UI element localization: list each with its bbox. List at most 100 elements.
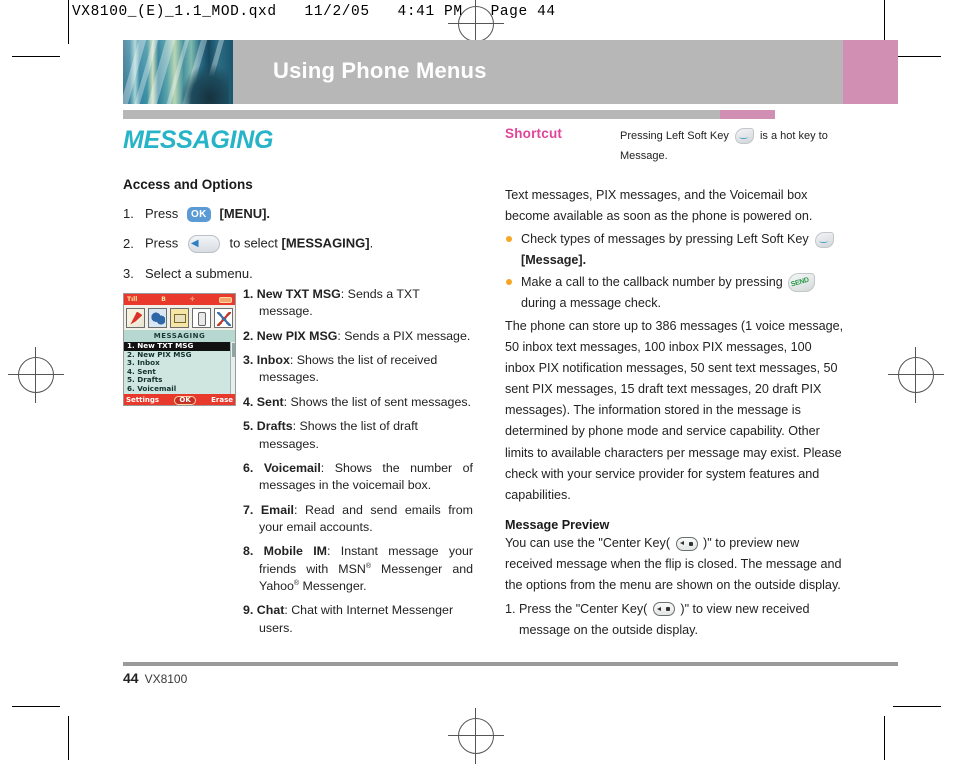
crop-mark-top-left-v — [68, 0, 70, 44]
ok-key-icon: OK — [186, 207, 211, 223]
definition-item: 2. New PIX MSG: Sends a PIX message. — [243, 328, 473, 345]
left-soft-key-icon — [734, 128, 754, 145]
messaging-icon — [148, 307, 168, 328]
phone-scrollbar — [230, 342, 235, 394]
definition-number: 3. — [243, 353, 254, 368]
definition-item: 5. Drafts: Shows the list of draft messa… — [243, 418, 473, 453]
definition-term: Email — [260, 502, 294, 517]
submenu-definition-list: 1. New TXT MSG: Sends a TXT message. 2. … — [243, 286, 473, 644]
definition-item: 8. Mobile IM: Instant message your frien… — [243, 543, 473, 595]
crop-mark-top-right-h — [893, 56, 941, 58]
network-icon: ✛ — [189, 295, 195, 303]
header-decorative-photo — [123, 40, 233, 104]
definition-number: 9. — [243, 603, 254, 618]
definition-term: Mobile IM — [263, 544, 327, 559]
chapter-title: MESSAGING — [123, 126, 274, 154]
definition-item: 3. Inbox: Shows the list of received mes… — [243, 352, 473, 387]
shortcut-text: Pressing Left Soft Key is a hot key to M… — [620, 126, 845, 167]
page-title: Using Phone Menus — [273, 58, 487, 83]
definition-number: 5. — [243, 419, 254, 434]
page-footer: 44 VX8100 — [123, 670, 187, 686]
definition-number: 6. — [243, 460, 254, 475]
bullet1-text-after: [Message]. — [521, 253, 587, 268]
definition-number: 4. — [243, 394, 254, 409]
center-key-icon — [675, 536, 698, 551]
header-underbar-pink — [720, 110, 775, 119]
message-preview-paragraph: You can use the "Center Key( )" to previ… — [505, 533, 845, 596]
step-2: 2. Press to select [MESSAGING]. — [123, 235, 473, 254]
step-2-target: to select [MESSAGING]. — [229, 235, 374, 251]
mode-icon: B — [161, 295, 166, 303]
step-2-verb: Press — [145, 235, 179, 251]
settings-tools-icon — [213, 307, 233, 328]
header-underbar-gray — [123, 110, 720, 119]
definition-term: Chat — [256, 603, 285, 618]
definition-number: 1. — [243, 287, 254, 301]
crop-mark-bottom-left-v — [68, 716, 70, 760]
bullet1-text-before: Check types of messages by pressing Left… — [521, 232, 809, 246]
phone-softkey-bar: Settings OK Erase — [124, 394, 235, 405]
definition-desc: : Shows the list of sent messages. — [283, 394, 471, 409]
step-3: 3. Select a submenu. — [123, 266, 473, 282]
crop-mark-top-left-h — [12, 56, 60, 58]
step-1-verb: Press — [145, 206, 179, 221]
section-subhead: Access and Options — [123, 177, 253, 192]
definition-number: 2. — [243, 328, 254, 343]
phone-status-bar: Tıll B ✛ — [124, 294, 235, 305]
bullet-callback-number: Make a call to the callback number by pr… — [505, 272, 845, 314]
intro-paragraph: Text messages, PIX messages, and the Voi… — [505, 187, 813, 223]
center-key-icon — [652, 602, 675, 617]
send-key-icon — [788, 273, 816, 293]
step-3-text: Select a submenu. — [145, 266, 253, 282]
contacts-icon — [169, 307, 189, 328]
crop-mark-bottom-left-h — [12, 706, 60, 708]
shortcut-label: Shortcut — [505, 126, 563, 141]
shortcut-text-before: Pressing Left Soft Key — [620, 130, 729, 142]
bullet2-text-before: Make a call to the callback number by pr… — [521, 275, 783, 290]
definition-term: Inbox — [256, 353, 290, 368]
message-preview-step-1: 1. Press the "Center Key( )" to view new… — [505, 599, 845, 641]
crop-mark-top-right-v — [884, 0, 886, 44]
recent-calls-icon — [191, 307, 211, 328]
right-column: Shortcut Pressing Left Soft Key is a hot… — [505, 126, 845, 641]
preview-step-before: Press the "Center Key( — [519, 601, 648, 616]
left-soft-key-icon — [815, 231, 835, 248]
softkey-center-label: OK — [174, 395, 196, 405]
preview-text-before: You can use the "Center Key( — [505, 536, 671, 551]
phone-screen-screenshot: Tıll B ✛ MESSAGING 1. New TXT MSG 2. New… — [123, 293, 236, 406]
step-3-number: 3. — [123, 266, 134, 282]
battery-icon — [218, 296, 232, 303]
get-it-now-icon — [126, 307, 146, 328]
phone-menu-icon-row — [124, 305, 235, 330]
step-1-number: 1. — [123, 206, 134, 221]
phone-menu-list: 1. New TXT MSG 2. New PIX MSG 3. Inbox 4… — [124, 341, 235, 394]
shortcut-callout: Shortcut Pressing Left Soft Key is a hot… — [505, 126, 845, 167]
definition-item: 1. New TXT MSG: Sends a TXT message. — [243, 286, 473, 321]
definition-term: Drafts — [256, 419, 293, 434]
phone-menu-item: 6. Voicemail — [127, 383, 177, 393]
footer-rule — [123, 662, 898, 666]
definition-number: 7. — [243, 502, 254, 517]
definition-number: 8. — [243, 544, 254, 559]
preview-step-number: 1. — [505, 601, 516, 616]
nav-left-key-icon — [187, 235, 220, 254]
print-file-header: VX8100_(E)_1.1_MOD.qxd 11/2/05 4:41 PM P… — [72, 4, 556, 20]
step-1-target: [MENU]. — [219, 206, 271, 221]
softkey-right-label: Erase — [211, 395, 233, 404]
crop-mark-bottom-right-v — [884, 716, 886, 760]
definition-item: 6. Voicemail: Shows the number of messag… — [243, 460, 473, 495]
definition-term: Sent — [256, 394, 284, 409]
step-2-number: 2. — [123, 236, 134, 252]
definition-term: Voicemail — [263, 460, 321, 475]
header-pink-accent — [843, 40, 898, 104]
definition-term: New TXT MSG — [256, 287, 341, 301]
capacity-paragraph: The phone can store up to 386 messages (… — [505, 318, 844, 502]
left-column: MESSAGING Access and Options 1. Press OK… — [123, 126, 473, 635]
footer-page-number: 44 — [123, 670, 139, 686]
definition-item: 4. Sent: Shows the list of sent messages… — [243, 394, 473, 411]
bullet2-text-after: during a message check. — [521, 296, 662, 311]
definition-term: New PIX MSG — [256, 328, 338, 343]
definition-desc: : Sends a PIX message. — [337, 328, 471, 343]
bullet-check-messages: Check types of messages by pressing Left… — [505, 229, 845, 271]
definition-item: 9. Chat: Chat with Internet Messenger us… — [243, 602, 473, 637]
